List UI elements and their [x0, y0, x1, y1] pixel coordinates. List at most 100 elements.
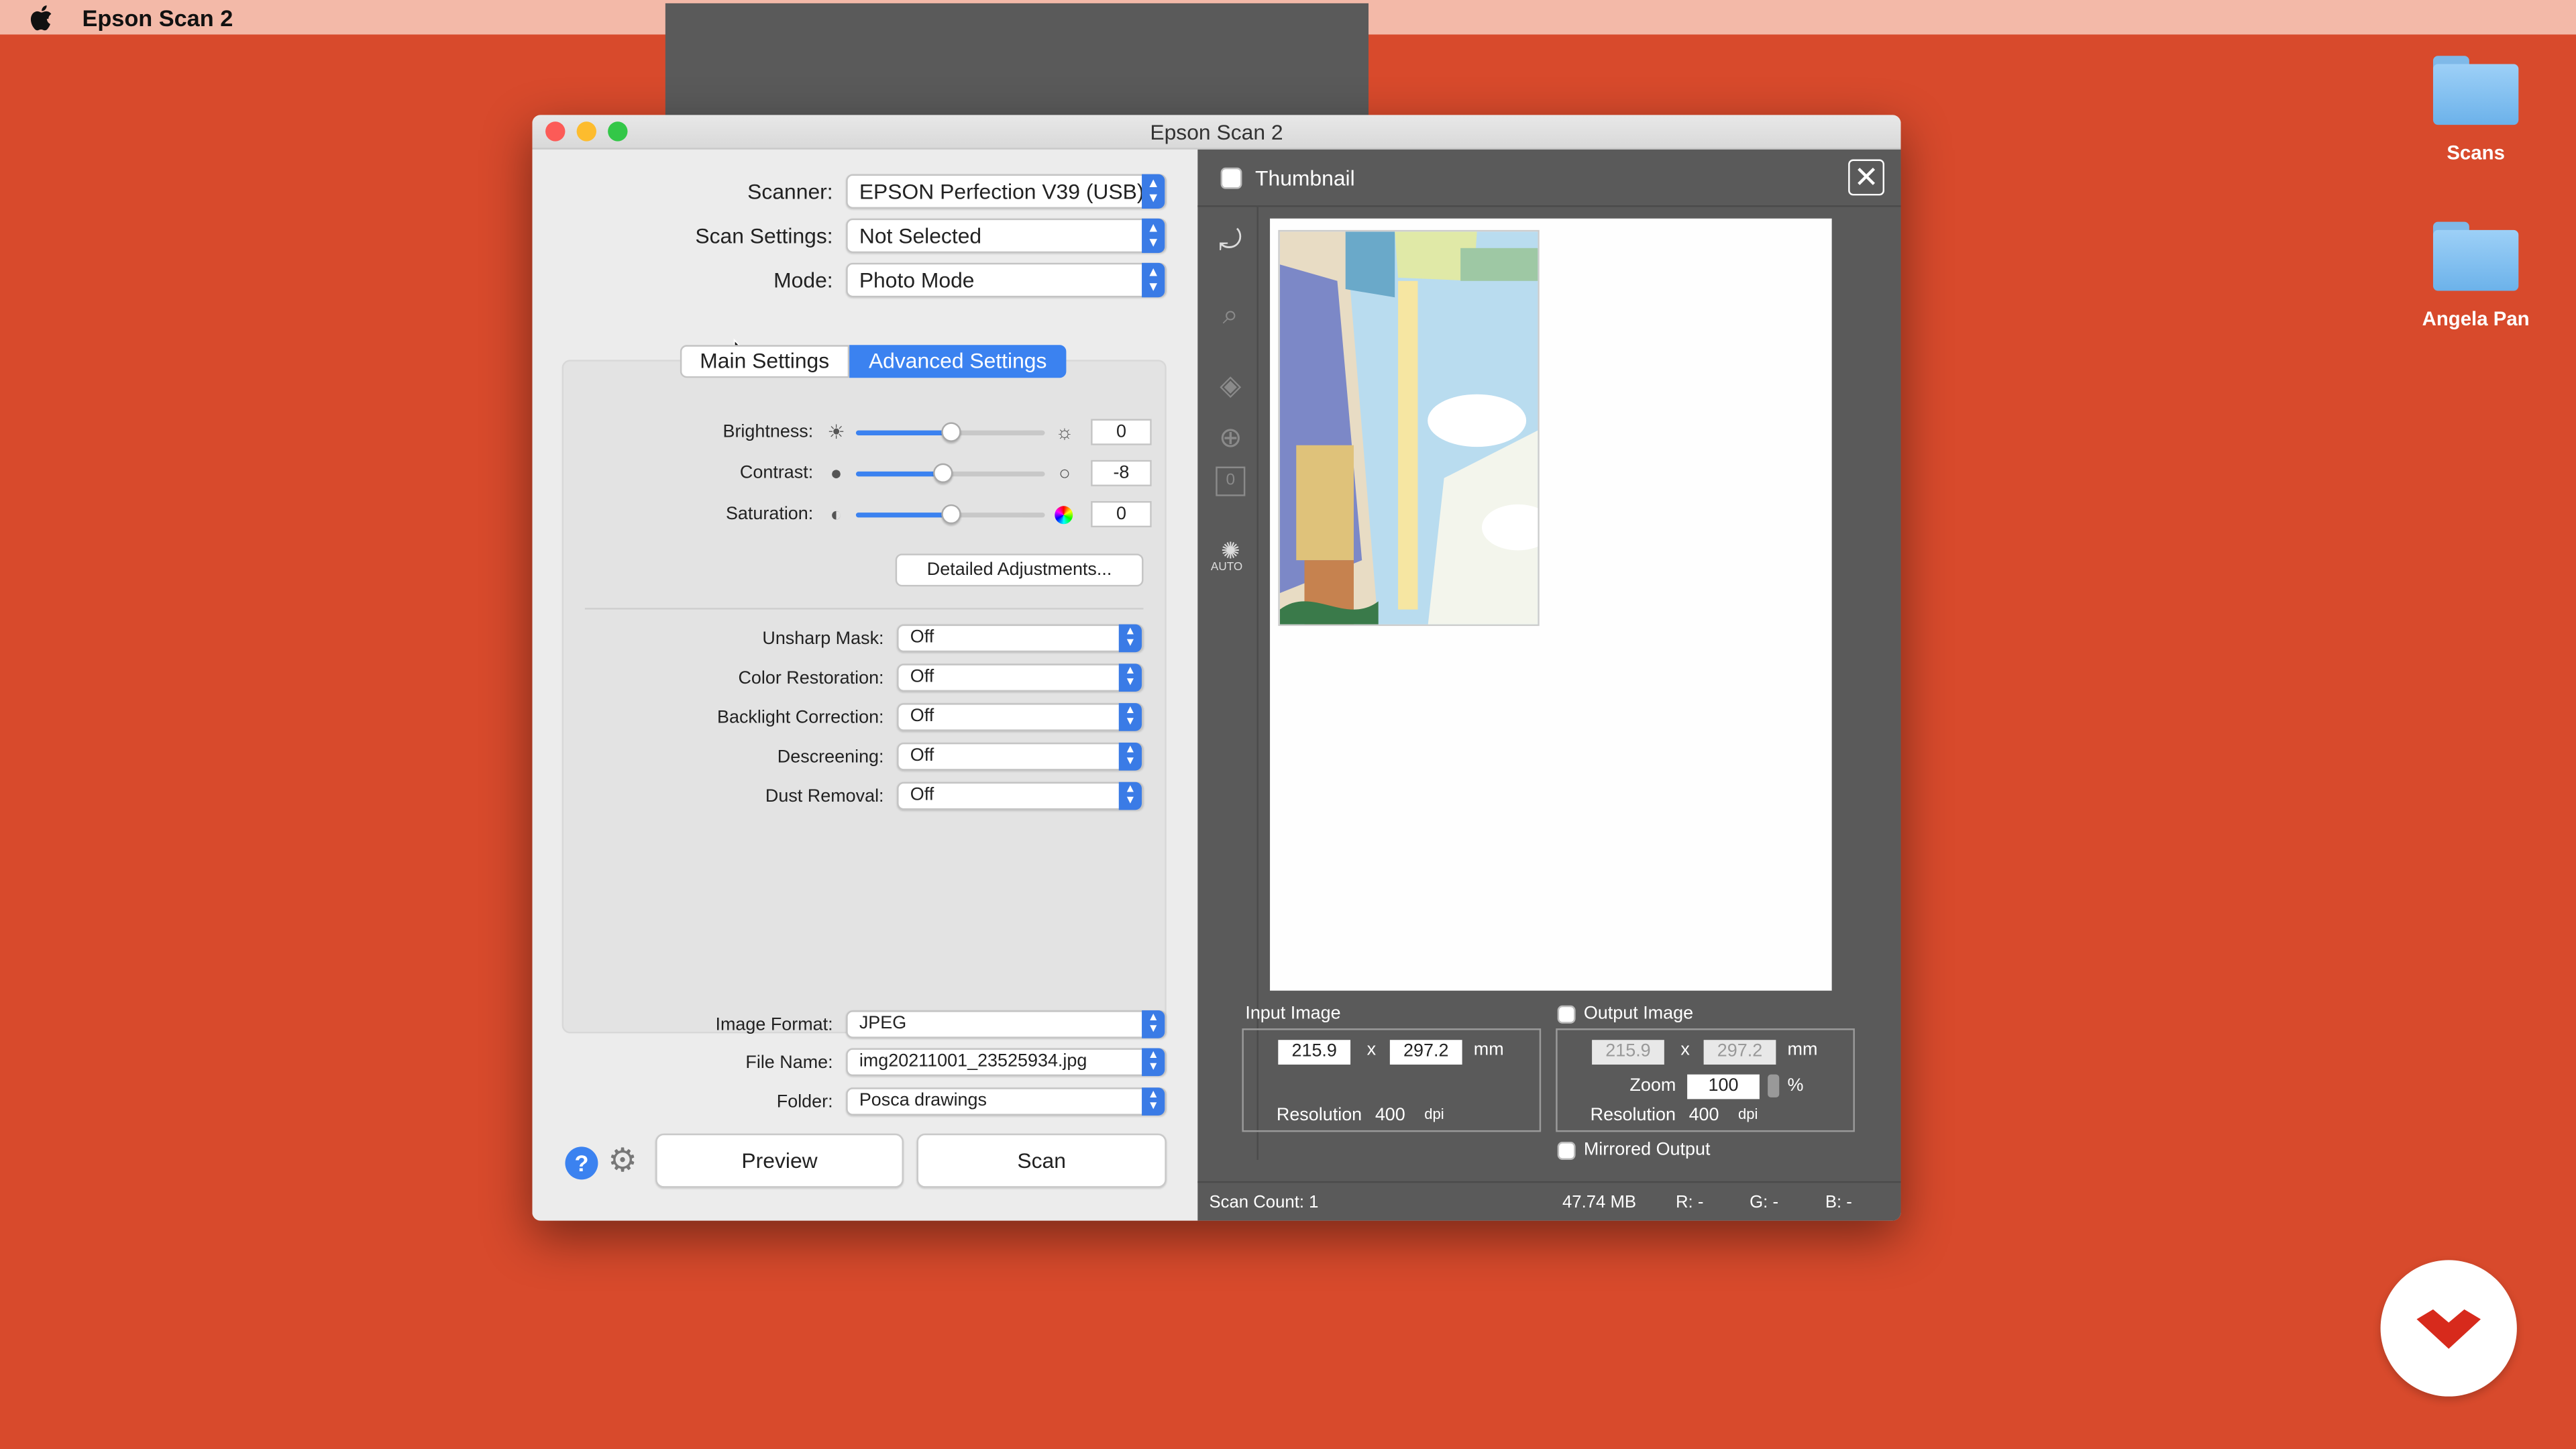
eraser-icon[interactable]: ◈: [1212, 368, 1248, 405]
auto-label: AUTO: [1210, 561, 1243, 574]
blue-value: B: -: [1825, 1192, 1852, 1213]
saturation-low-icon: ◐: [830, 502, 843, 526]
color-restoration-value: Off: [910, 667, 934, 687]
epson-scan-window: Epson Scan 2 Scanner: EPSON Perfection V…: [532, 115, 1901, 1221]
thumbnail-header: Thumbnail ✕: [1197, 150, 1901, 207]
brightness-value-field[interactable]: 0: [1091, 419, 1152, 445]
folder-icon: [2432, 56, 2519, 125]
dust-removal-label: Dust Removal:: [765, 786, 884, 806]
scanner-select[interactable]: EPSON Perfection V39 (USB) ▲ ▼: [846, 174, 1167, 209]
scanned-image-thumbnail[interactable]: [1278, 229, 1540, 627]
stepper-arrows-icon: ▲ ▼: [1118, 663, 1142, 692]
help-icon[interactable]: ?: [565, 1146, 598, 1180]
scan-button[interactable]: Scan: [916, 1133, 1167, 1188]
backlight-correction-value: Off: [910, 706, 934, 727]
zoom-field[interactable]: 100: [1687, 1074, 1760, 1099]
dust-removal-value: Off: [910, 785, 934, 806]
rotate-icon[interactable]: ⤾: [1212, 223, 1248, 260]
folder-label: Folder:: [776, 1091, 833, 1112]
image-format-value: JPEG: [859, 1014, 907, 1034]
stepper-arrows-icon: ▲ ▼: [1142, 1010, 1165, 1038]
mode-select[interactable]: Photo Mode ▲ ▼: [846, 262, 1167, 298]
zoom-window-button[interactable]: [608, 121, 628, 142]
zoom-percent: %: [1787, 1076, 1804, 1096]
contrast-value-field[interactable]: -8: [1091, 460, 1152, 486]
settings-tabs: Main Settings Advanced Settings: [680, 345, 1067, 378]
file-size: 47.74 MB: [1562, 1192, 1637, 1213]
resolution-value: 400: [1375, 1106, 1405, 1126]
stepper-arrows-icon: ▲ ▼: [1118, 703, 1142, 731]
close-window-button[interactable]: [545, 121, 566, 142]
input-height-field[interactable]: 297.2: [1389, 1040, 1462, 1065]
preview-panel: Thumbnail ✕ ⤾ ⌕ ◈ ⊕ 0 ✺ AUTO Input Image…: [1197, 149, 1901, 1221]
folder-select[interactable]: Posca drawings ▲ ▼: [846, 1087, 1167, 1116]
stepper-arrows-icon: ▲ ▼: [1142, 1087, 1165, 1116]
stepper-arrows-icon: ▲ ▼: [1142, 1048, 1165, 1077]
slider-knob[interactable]: [941, 421, 961, 441]
saturation-slider[interactable]: [855, 503, 1045, 524]
thumbnail-checkbox[interactable]: [1220, 166, 1242, 189]
settings-panel: Scanner: EPSON Perfection V39 (USB) ▲ ▼ S…: [532, 149, 1198, 1221]
output-image-label: Output Image: [1583, 1004, 1694, 1024]
contrast-high-icon: ○: [1059, 462, 1071, 485]
output-width-field[interactable]: 215.9: [1592, 1040, 1664, 1065]
close-icon[interactable]: ✕: [1848, 159, 1885, 196]
file-name-value: img20211001_23525934.jpg: [859, 1051, 1087, 1071]
color-restoration-select[interactable]: Off ▲ ▼: [897, 663, 1144, 692]
brightness-slider[interactable]: [855, 421, 1045, 441]
output-height-field[interactable]: 297.2: [1703, 1040, 1776, 1065]
desktop-folder-scans[interactable]: Scans: [2394, 56, 2558, 164]
input-width-field[interactable]: 215.9: [1278, 1040, 1351, 1065]
color-restoration-label: Color Restoration:: [738, 667, 884, 688]
unit-mm: mm: [1473, 1040, 1504, 1060]
apple-icon[interactable]: [30, 4, 52, 30]
minimize-window-button[interactable]: [576, 121, 596, 142]
zoom-label: Zoom: [1629, 1076, 1676, 1096]
slider-knob[interactable]: [941, 503, 961, 524]
marquee-count-icon[interactable]: 0: [1216, 466, 1246, 496]
saturation-label: Saturation:: [725, 504, 814, 525]
file-name-select[interactable]: img20211001_23525934.jpg ▲ ▼: [846, 1048, 1167, 1077]
unsharp-mask-select[interactable]: Off ▲ ▼: [897, 624, 1144, 653]
dust-removal-select[interactable]: Off ▲ ▼: [897, 782, 1144, 810]
stepper-arrows-icon: ▲ ▼: [1142, 174, 1165, 209]
stepper-arrows-icon: ▲ ▼: [1118, 624, 1142, 653]
contrast-label: Contrast:: [739, 463, 814, 484]
app-menu-name[interactable]: Epson Scan 2: [82, 4, 233, 30]
saturation-value-field[interactable]: 0: [1091, 500, 1152, 528]
add-marquee-icon[interactable]: ⊕: [1212, 421, 1248, 457]
slider-knob[interactable]: [932, 462, 953, 482]
detailed-adjustments-button[interactable]: Detailed Adjustments...: [895, 553, 1144, 587]
output-image-checkbox[interactable]: [1557, 1005, 1576, 1024]
stepper-arrows-icon: ▲ ▼: [1142, 262, 1165, 298]
folder-icon: [2432, 221, 2519, 291]
zoom-stepper[interactable]: [1768, 1074, 1780, 1097]
backlight-correction-select[interactable]: Off ▲ ▼: [897, 703, 1144, 731]
dpi-label: dpi: [1424, 1106, 1444, 1122]
scan-settings-label: Scan Settings:: [695, 223, 833, 248]
desktop-folder-angela-pan[interactable]: Angela Pan: [2394, 221, 2558, 330]
preview-canvas[interactable]: [1270, 218, 1832, 991]
scan-settings-select[interactable]: Not Selected ▲ ▼: [846, 218, 1167, 254]
gear-icon[interactable]: ⚙: [608, 1145, 641, 1178]
descreening-select[interactable]: Off ▲ ▼: [897, 742, 1144, 771]
contrast-slider[interactable]: [855, 462, 1045, 482]
tab-advanced-settings[interactable]: Advanced Settings: [849, 345, 1067, 378]
zoom-icon[interactable]: ⌕: [1212, 297, 1248, 333]
input-image-box: 215.9 x 297.2 mm Resolution 400 dpi: [1242, 1028, 1542, 1132]
image-format-select[interactable]: JPEG ▲ ▼: [846, 1010, 1167, 1038]
brightness-high-icon: ☼: [1055, 420, 1074, 444]
tab-main-settings[interactable]: Main Settings: [680, 345, 849, 378]
mirrored-output-checkbox[interactable]: [1557, 1142, 1576, 1160]
preview-button[interactable]: Preview: [655, 1133, 904, 1188]
brand-logo: [2380, 1260, 2517, 1397]
scan-settings-value: Not Selected: [859, 223, 982, 248]
descreening-label: Descreening:: [777, 747, 884, 767]
stepper-arrows-icon: ▲ ▼: [1118, 782, 1142, 810]
resolution-value: 400: [1688, 1106, 1719, 1126]
resolution-label: Resolution: [1276, 1106, 1362, 1126]
scanner-value: EPSON Perfection V39 (USB): [859, 178, 1144, 204]
window-titlebar[interactable]: Epson Scan 2: [532, 115, 1901, 150]
unsharp-mask-label: Unsharp Mask:: [762, 628, 884, 649]
contrast-low-icon: ●: [830, 462, 843, 485]
